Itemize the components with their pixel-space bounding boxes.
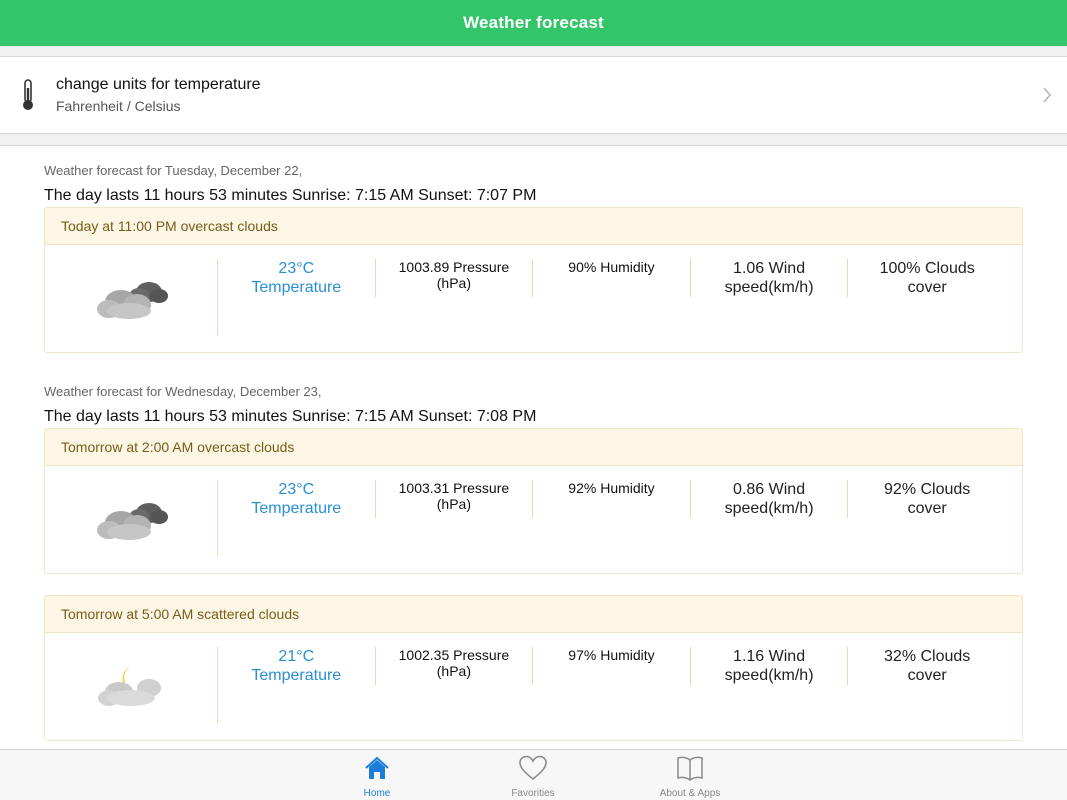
change-units-row[interactable]: change units for temperature Fahrenheit … [0, 56, 1067, 134]
pressure-value: 1003.89 Pressure [398, 259, 510, 275]
tab-favorities[interactable]: Favorities [483, 750, 583, 800]
wind-cell: 0.86 Wind speed(km/h) [691, 480, 849, 518]
wind-unit: speed(km/h) [724, 279, 814, 296]
day-summary: The day lasts 11 hours 53 minutes Sunris… [44, 187, 537, 204]
wind-cell: 1.16 Wind speed(km/h) [691, 647, 849, 685]
wind-value: 1.06 Wind [733, 260, 806, 277]
units-title: change units for temperature [56, 76, 261, 93]
pressure-value: 1002.35 Pressure [398, 647, 510, 663]
clouds-value: 92% Clouds [884, 481, 971, 498]
humidity-cell: 92% Humidity [533, 480, 691, 518]
overcast-clouds-icon [45, 259, 218, 335]
chevron-right-icon [1027, 56, 1067, 134]
temperature-value: 23°C [278, 260, 315, 277]
temperature-label: Temperature [251, 500, 342, 517]
forecast-list[interactable]: Weather forecast for Tuesday, December 2… [0, 145, 1067, 749]
temperature-label: Temperature [251, 667, 342, 684]
forecast-card-title: Today at 11:00 PM overcast clouds [45, 208, 1022, 245]
navigation-bar: Weather forecast [0, 0, 1067, 46]
clouds-cell: 32% Clouds cover [848, 647, 1006, 685]
pressure-cell: 1003.89 Pressure (hPa) [376, 259, 534, 297]
tab-about-apps[interactable]: About & Apps [640, 750, 740, 800]
humidity-cell: 97% Humidity [533, 647, 691, 685]
wind-unit: speed(km/h) [724, 500, 814, 517]
wind-unit: speed(km/h) [724, 667, 814, 684]
tab-home-label: Home [363, 788, 391, 799]
forecast-card[interactable]: Today at 11:00 PM overcast clouds 23°C T… [44, 207, 1023, 353]
humidity-value: 97% Humidity [568, 647, 655, 663]
tab-favorities-label: Favorities [511, 788, 555, 799]
units-subtitle: Fahrenheit / Celsius [56, 98, 181, 114]
heart-icon [519, 755, 547, 786]
clouds-label: cover [907, 500, 947, 517]
day-header: Weather forecast for Tuesday, December 2… [44, 163, 536, 205]
tab-home[interactable]: Home [327, 750, 427, 800]
humidity-value: 90% Humidity [568, 259, 655, 275]
temperature-value: 21°C [278, 648, 315, 665]
book-icon [676, 755, 704, 786]
wind-value: 1.16 Wind [733, 648, 806, 665]
tab-bar: Home Favorities About & Apps [0, 749, 1067, 800]
pressure-value: 1003.31 Pressure [398, 480, 510, 496]
page-title: Weather forecast [463, 13, 604, 32]
wind-cell: 1.06 Wind speed(km/h) [691, 259, 849, 297]
clouds-cell: 100% Clouds cover [848, 259, 1006, 297]
thermometer-icon [0, 56, 56, 134]
temperature-cell: 23°C Temperature [218, 480, 376, 518]
forecast-card[interactable]: Tomorrow at 5:00 AM scattered clouds 21°… [44, 595, 1023, 741]
clouds-label: cover [907, 667, 947, 684]
scattered-clouds-night-icon [45, 647, 218, 723]
forecast-card[interactable]: Tomorrow at 2:00 AM overcast clouds 23°C… [44, 428, 1023, 574]
humidity-cell: 90% Humidity [533, 259, 691, 297]
wind-value: 0.86 Wind [733, 481, 806, 498]
temperature-cell: 23°C Temperature [218, 259, 376, 297]
forecast-card-title: Tomorrow at 5:00 AM scattered clouds [45, 596, 1022, 633]
pressure-unit: (hPa) [436, 275, 471, 291]
pressure-unit: (hPa) [436, 663, 471, 679]
clouds-value: 100% Clouds [879, 260, 975, 277]
pressure-cell: 1003.31 Pressure (hPa) [376, 480, 534, 518]
day-date: Weather forecast for Tuesday, December 2… [44, 163, 303, 178]
clouds-cell: 92% Clouds cover [848, 480, 1006, 518]
clouds-label: cover [907, 279, 947, 296]
temperature-cell: 21°C Temperature [218, 647, 376, 685]
day-date: Weather forecast for Wednesday, December… [44, 384, 322, 399]
humidity-value: 92% Humidity [568, 480, 655, 496]
tab-about-apps-label: About & Apps [659, 788, 721, 799]
pressure-unit: (hPa) [436, 496, 471, 512]
temperature-label: Temperature [251, 279, 342, 296]
home-icon [364, 755, 390, 786]
pressure-cell: 1002.35 Pressure (hPa) [376, 647, 534, 685]
day-summary: The day lasts 11 hours 53 minutes Sunris… [44, 408, 537, 425]
clouds-value: 32% Clouds [884, 648, 971, 665]
overcast-clouds-icon [45, 480, 218, 556]
temperature-value: 23°C [278, 481, 315, 498]
forecast-card-title: Tomorrow at 2:00 AM overcast clouds [45, 429, 1022, 466]
day-header: Weather forecast for Wednesday, December… [44, 384, 536, 426]
